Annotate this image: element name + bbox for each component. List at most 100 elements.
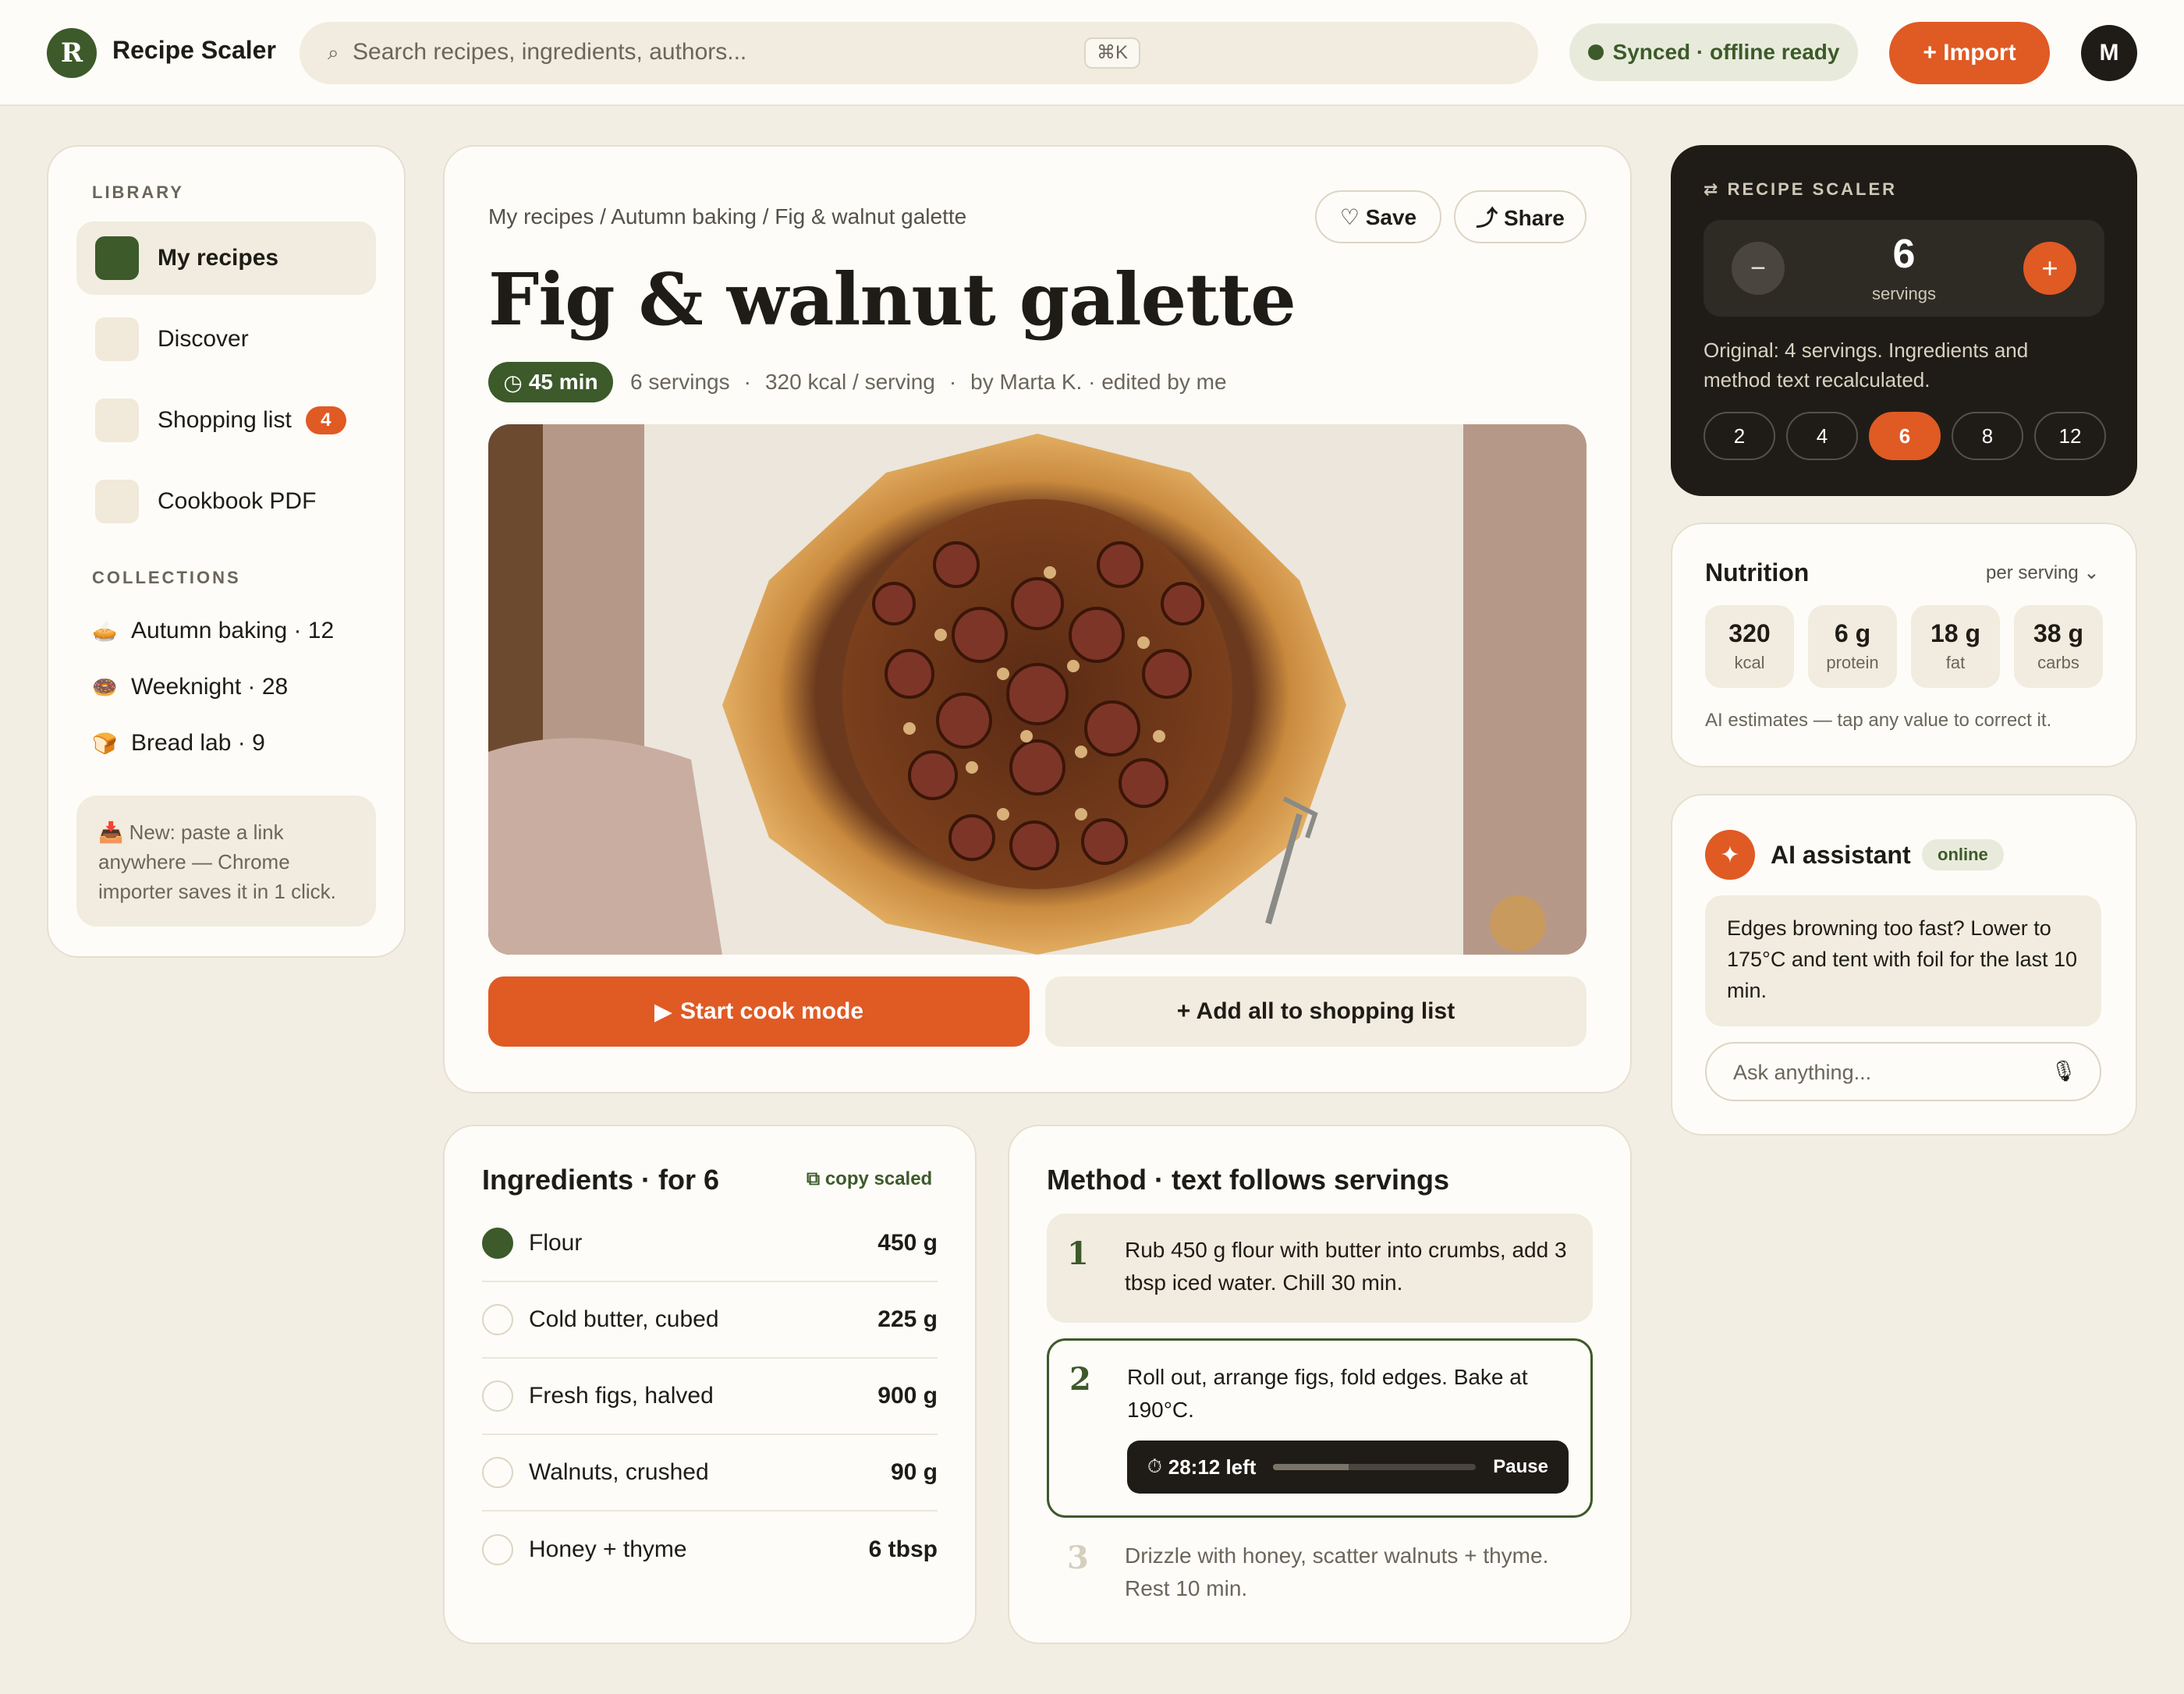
preset-4[interactable]: 4: [1786, 412, 1858, 460]
sparkle-icon: ✦: [1705, 830, 1755, 880]
method-step[interactable]: 3 Drizzle with honey, scatter walnuts + …: [1047, 1533, 1593, 1619]
nutrition-value: 18 g: [1930, 619, 1981, 647]
sidebar-item-label: Shopping list: [158, 407, 292, 433]
method-step-active[interactable]: 2 Roll out, arrange figs, fold edges. Ba…: [1047, 1338, 1593, 1518]
sidebar-item-cookbook-pdf[interactable]: Cookbook PDF: [76, 465, 376, 538]
nutrition-tile-carbs[interactable]: 38 g carbs: [2014, 605, 2103, 688]
ingredient-row[interactable]: Cold butter, cubed 225 g: [482, 1282, 938, 1359]
ingredient-name: Fresh figs, halved: [529, 1383, 714, 1409]
import-button[interactable]: + Import: [1889, 22, 2050, 84]
copy-icon: ⧉: [807, 1168, 821, 1189]
nutrition-title: Nutrition: [1705, 558, 1810, 587]
assistant-message: Edges browning too fast? Lower to 175°C …: [1705, 895, 2101, 1026]
nutrition-tile-kcal[interactable]: 320 kcal: [1705, 605, 1794, 688]
recipe-hero-image: [488, 424, 1587, 955]
add-to-shopping-list-button[interactable]: + Add all to shopping list: [1045, 976, 1587, 1047]
share-button[interactable]: ⤴ Share: [1454, 190, 1587, 243]
nutrition-value: 320: [1728, 619, 1771, 647]
breadcrumb[interactable]: My recipes / Autumn baking / Fig & walnu…: [488, 204, 966, 229]
ingredients-title: Ingredients · for 6: [482, 1164, 720, 1196]
time-badge: ◷ 45 min: [488, 362, 613, 402]
servings-presets: 2 4 6 8 12: [1704, 412, 2106, 460]
start-cook-mode-button[interactable]: ▶ Start cook mode: [488, 976, 1030, 1047]
galette-photo: [488, 424, 1587, 955]
sidebar-item-label: My recipes: [158, 245, 279, 271]
sync-status: Synced · offline ready: [1569, 23, 1858, 81]
cook-label: Start cook mode: [680, 998, 864, 1024]
donut-icon: 🍩: [92, 675, 118, 699]
search-bar[interactable]: ⌕ Search recipes, ingredients, authors..…: [300, 22, 1538, 84]
preset-6[interactable]: 6: [1869, 412, 1941, 460]
search-input[interactable]: Search recipes, ingredients, authors...: [353, 39, 746, 66]
top-bar: R Recipe Scaler ⌕ Search recipes, ingred…: [0, 0, 2184, 106]
nutrition-unit: fat: [1945, 653, 1966, 672]
swap-icon: ⇄: [1704, 179, 1721, 199]
preset-2[interactable]: 2: [1704, 412, 1775, 460]
checkbox[interactable]: [482, 1534, 513, 1565]
sync-status-label: Synced · offline ready: [1612, 40, 1840, 64]
sidebar-item-discover[interactable]: Discover: [76, 303, 376, 376]
sidebar-item-shopping-list[interactable]: Shopping list 4: [76, 384, 376, 457]
copy-scaled-button[interactable]: ⧉ copy scaled: [807, 1168, 932, 1190]
nutrition-unit: protein: [1826, 653, 1879, 672]
per-serving-select[interactable]: per serving ⌄: [1986, 562, 2100, 584]
assistant-title: AI assistant: [1771, 841, 1911, 869]
microphone-icon[interactable]: 🎙: [2051, 1059, 2076, 1083]
app-name: Recipe Scaler: [112, 36, 276, 64]
collection-label: Bread lab · 9: [131, 730, 265, 756]
collection-label: Autumn baking · 12: [131, 618, 335, 643]
collection-label: Weeknight · 28: [131, 674, 289, 700]
pie-icon: 🥧: [92, 618, 118, 643]
nutrition-value: 6 g: [1834, 619, 1871, 647]
ingredient-qty: 450 g: [878, 1230, 938, 1256]
nutrition-tile-fat[interactable]: 18 g fat: [1911, 605, 2000, 688]
bread-icon: 🍞: [92, 731, 118, 755]
sidebar-item-my-recipes[interactable]: My recipes: [76, 221, 376, 295]
pause-button[interactable]: Pause: [1493, 1456, 1548, 1478]
ingredient-qty: 900 g: [878, 1383, 938, 1409]
nutrition-tile-protein[interactable]: 6 g protein: [1808, 605, 1897, 688]
step-text: Roll out, arrange figs, fold edges. Bake…: [1127, 1365, 1528, 1422]
ingredient-row[interactable]: Fresh figs, halved 900 g: [482, 1359, 938, 1435]
kcal-meta: 320 kcal / serving: [764, 370, 935, 394]
checkbox[interactable]: [482, 1304, 513, 1335]
ingredient-row[interactable]: Walnuts, crushed 90 g: [482, 1435, 938, 1511]
sidebar-item-label: Cookbook PDF: [158, 488, 317, 514]
method-step[interactable]: 1 Rub 450 g flour with butter into crumb…: [1047, 1214, 1593, 1323]
meta-separator: ·: [743, 370, 751, 394]
avatar[interactable]: M: [2081, 25, 2137, 81]
preset-8[interactable]: 8: [1952, 412, 2023, 460]
collection-weeknight[interactable]: 🍩 Weeknight · 28: [92, 674, 288, 700]
ingredient-name: Flour: [529, 1230, 583, 1256]
collection-autumn-baking[interactable]: 🥧 Autumn baking · 12: [92, 618, 334, 644]
sync-dot-icon: [1587, 44, 1604, 60]
checkbox[interactable]: [482, 1380, 513, 1412]
increase-servings-button[interactable]: +: [2023, 242, 2076, 295]
play-icon: ▶: [654, 998, 672, 1025]
servings-meta: 6 servings: [630, 370, 730, 394]
author-meta: by Marta K. · edited by me: [970, 370, 1227, 394]
ingredient-row[interactable]: Flour 450 g: [482, 1206, 938, 1282]
scaler-title: RECIPE SCALER: [1727, 179, 1898, 199]
shortcut-hint: ⌘K: [1084, 37, 1141, 69]
importer-tip: 📥 New: paste a link anywhere — Chrome im…: [76, 796, 376, 927]
recipe-meta: 6 servings · 320 kcal / serving · by Marta K…: [630, 370, 1227, 395]
clock-icon: ◷: [503, 370, 523, 395]
assistant-input[interactable]: Ask anything... 🎙: [1705, 1042, 2101, 1101]
discover-icon: [95, 317, 139, 361]
checkbox[interactable]: [482, 1228, 513, 1259]
timer-progress-bar: [1273, 1464, 1477, 1470]
method-title: Method · text follows servings: [1047, 1164, 1450, 1196]
page-title: Fig & walnut galette: [488, 257, 1296, 342]
copy-label: copy scaled: [824, 1168, 933, 1189]
collection-bread-lab[interactable]: 🍞 Bread lab · 9: [92, 730, 265, 757]
recipe-scaler-panel: ⇄ RECIPE SCALER − 6 servings + Original:…: [1671, 145, 2137, 496]
step-number: 1: [1067, 1235, 1089, 1272]
checkbox[interactable]: [482, 1457, 513, 1488]
save-button[interactable]: ♡ Save: [1315, 190, 1441, 243]
ingredient-name: Honey + thyme: [529, 1536, 687, 1562]
ingredient-row[interactable]: Honey + thyme 6 tbsp: [482, 1511, 938, 1588]
preset-12[interactable]: 12: [2034, 412, 2106, 460]
ingredient-name: Cold butter, cubed: [529, 1306, 719, 1332]
app-logo[interactable]: R: [47, 28, 97, 78]
